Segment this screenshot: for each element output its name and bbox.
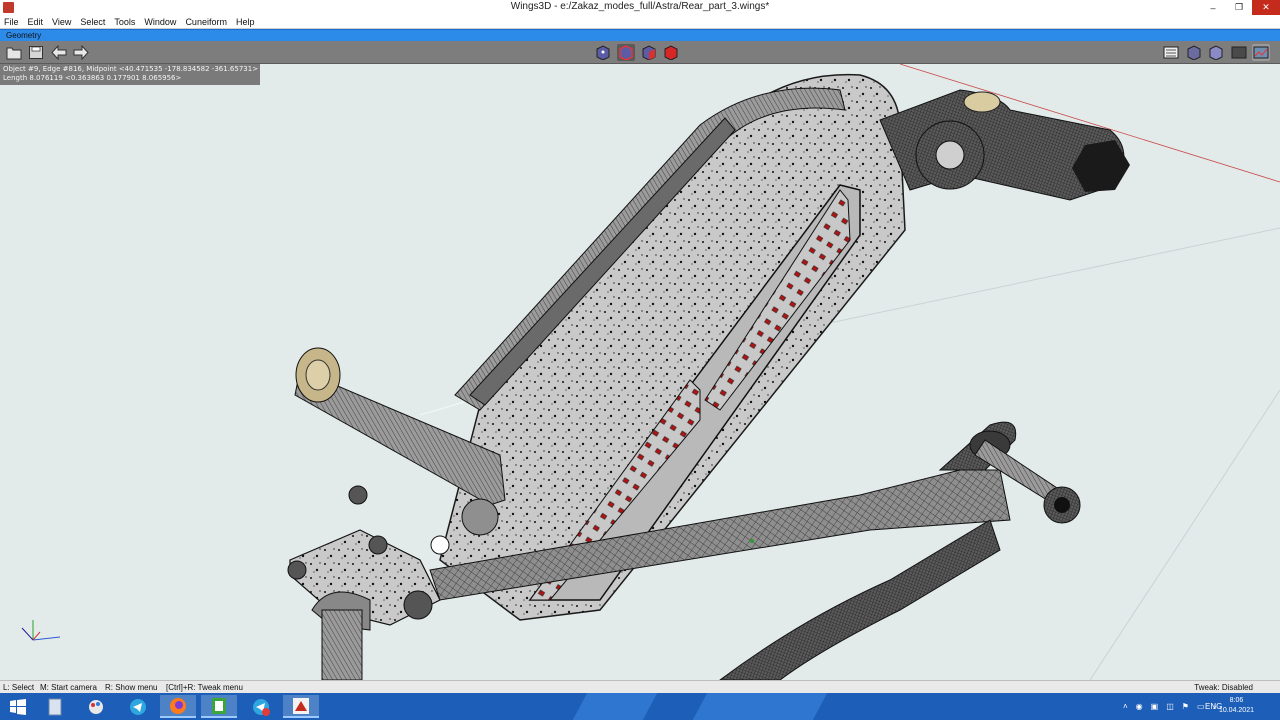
wallpaper-stripe [572,693,658,720]
face-mode-icon[interactable] [640,44,658,61]
firefox-icon[interactable] [160,695,196,718]
wireframe-icon[interactable] [1162,44,1180,61]
status-bar: L: Select M: Start camera R: Show menu [… [0,680,1280,693]
notes-icon[interactable] [201,695,237,718]
wings3d-icon[interactable] [283,695,319,718]
paint-icon[interactable] [78,695,114,718]
menu-bar: File Edit View Select Tools Window Cunei… [0,15,1280,29]
status-tweak: Tweak: Disabled [1194,683,1253,692]
undo-icon[interactable] [50,44,68,61]
edge-mode-icon[interactable] [617,44,635,61]
smooth-shade-icon[interactable] [1185,44,1203,61]
telegram-badge-icon[interactable] [243,695,279,718]
menu-cuneiform[interactable]: Cuneiform [185,17,227,27]
ortho-icon[interactable] [1230,44,1248,61]
status-left-click: L: Select [3,683,35,692]
clock-date: 10.04.2021 [1218,707,1254,714]
status-ctrl-right: [Ctrl]+R: Tweak menu [166,683,243,692]
toolbar [0,41,1280,64]
windows-taskbar: ˄ ◉ ▣ ◫ ⚑ ▭ ♪ ENG 8:06 10.04.2021 [0,693,1280,720]
status-middle-click: M: Start camera [40,683,97,692]
menu-file[interactable]: File [4,17,19,27]
status-right-click: R: Show menu [105,683,158,692]
minimize-button[interactable]: ‒ [1200,0,1226,15]
geometry-window-header[interactable]: Geometry [0,29,1280,41]
maximize-button[interactable]: ❐ [1226,0,1252,15]
close-button[interactable]: ✕ [1252,0,1280,15]
menu-help[interactable]: Help [236,17,255,27]
open-icon[interactable] [5,44,23,61]
save-icon[interactable] [27,44,45,61]
menu-tools[interactable]: Tools [114,17,135,27]
selection-info-line1: Object #9, Edge #816, Midpoint <40.47153… [3,65,259,73]
clock-time: 8:06 [1229,697,1244,704]
clock[interactable]: 8:06 10.04.2021 [1219,696,1254,716]
menu-select[interactable]: Select [80,17,105,27]
telegram-icon[interactable] [120,695,156,718]
selection-info-line2: Length 8.076119 <0.363863 0.177901 8.065… [3,74,182,82]
3d-viewport[interactable] [0,64,1280,680]
vertex-mode-icon[interactable] [594,44,612,61]
selection-info: Object #9, Edge #816, Midpoint <40.47153… [3,65,258,83]
windows-start-icon[interactable] [0,695,36,718]
flat-shade-icon[interactable] [1207,44,1225,61]
geometry-tab-label: Geometry [6,31,42,40]
window-title: Wings3D - e:/Zakaz_modes_full/Astra/Rear… [510,1,770,12]
menu-view[interactable]: View [52,17,71,27]
body-mode-icon[interactable] [662,44,680,61]
redo-icon[interactable] [72,44,90,61]
title-bar: Wings3D - e:/Zakaz_modes_full/Astra/Rear… [0,0,1280,15]
menu-edit[interactable]: Edit [28,17,44,27]
bike-frame-3d-model[interactable] [0,64,1280,680]
menu-window[interactable]: Window [144,17,176,27]
groundplane-icon[interactable] [1252,44,1270,61]
file-explorer-icon[interactable] [37,695,73,718]
wallpaper-stripe [692,693,828,720]
